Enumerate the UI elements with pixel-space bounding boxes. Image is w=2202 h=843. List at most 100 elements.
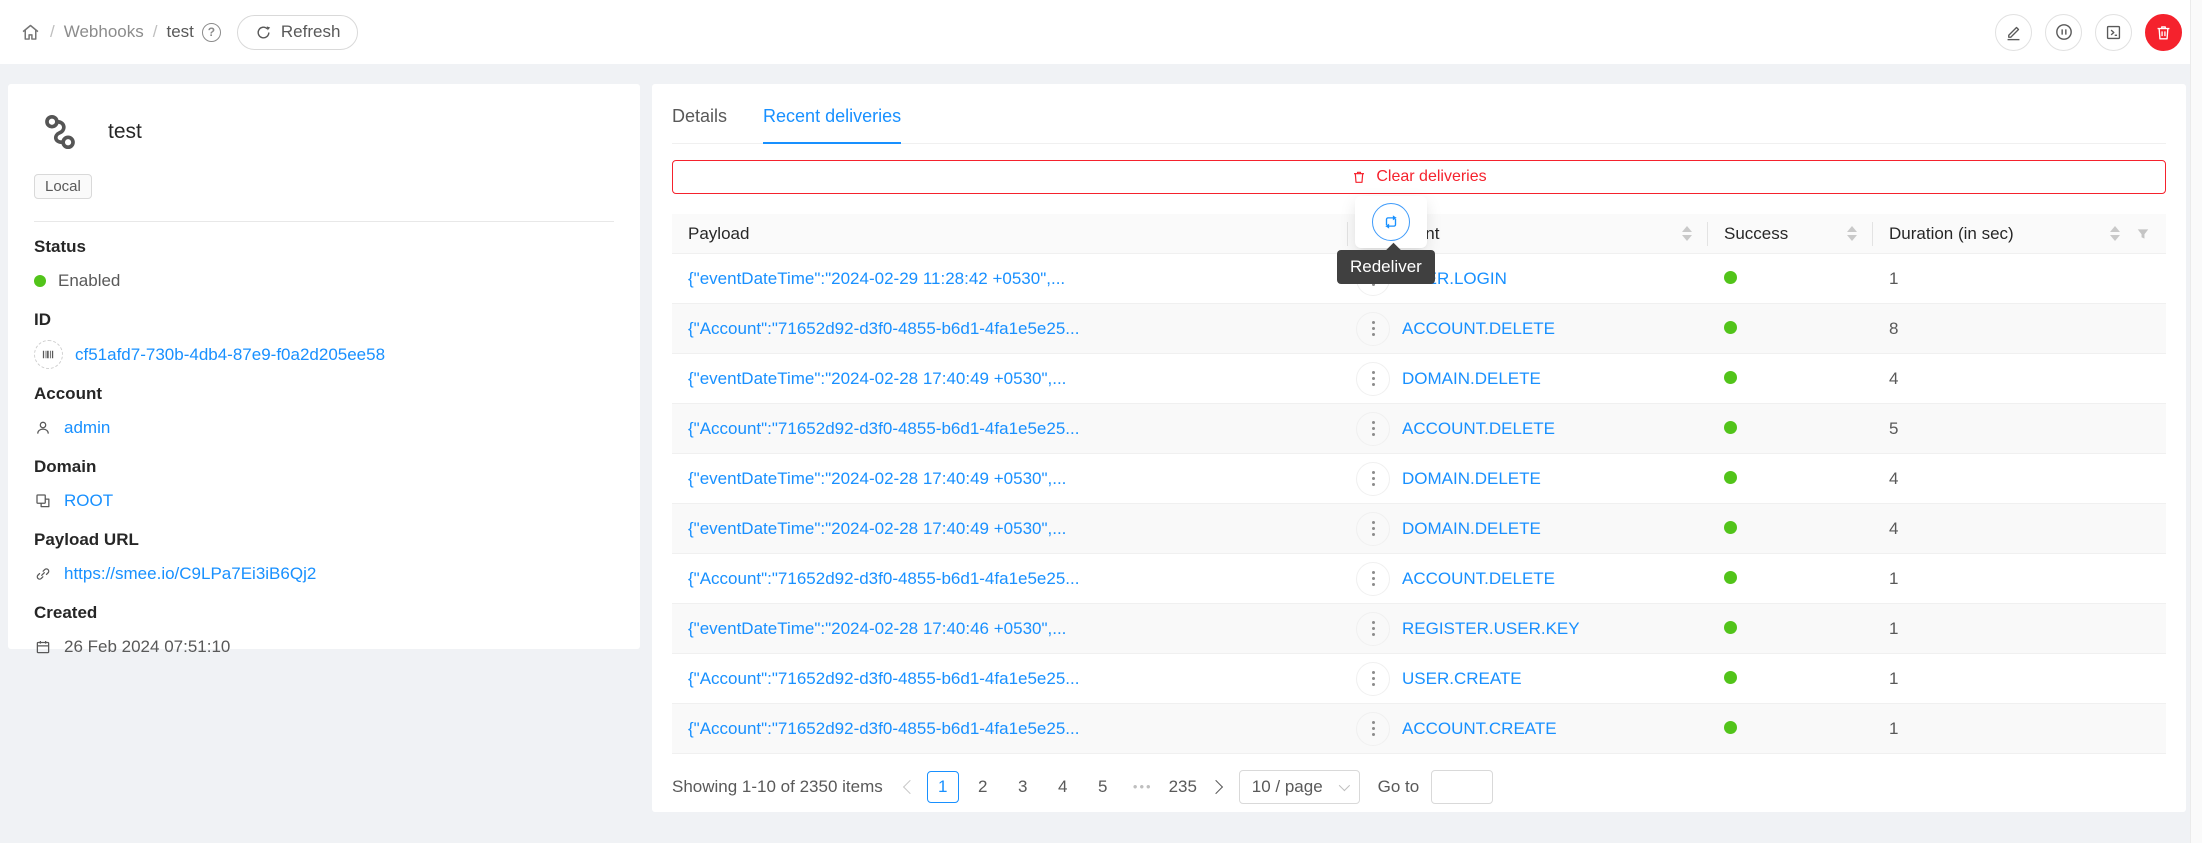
event-cell: ACCOUNT.DELETE [1348, 412, 1708, 446]
column-header-duration[interactable]: Duration (in sec) [1873, 214, 2166, 253]
pause-button[interactable] [2045, 14, 2082, 51]
next-page-button[interactable] [1203, 782, 1229, 792]
edit-button[interactable] [1995, 14, 2032, 51]
copy-id-button[interactable] [34, 340, 63, 369]
status-label: Status [34, 236, 614, 257]
tab-bar: Details Recent deliveries [672, 106, 2166, 144]
event-link[interactable]: USER.CREATE [1402, 669, 1522, 689]
payload-link[interactable]: {"eventDateTime":"2024-02-28 17:40:49 +0… [688, 519, 1066, 538]
success-cell [1708, 369, 1873, 389]
column-header-payload[interactable]: Payload [672, 214, 1348, 253]
chevron-down-icon [1338, 780, 1349, 791]
redeliver-button[interactable] [1372, 203, 1410, 241]
domain-link[interactable]: ROOT [64, 491, 113, 511]
test-webhook-button[interactable] [2095, 14, 2132, 51]
filter-icon[interactable] [2136, 227, 2150, 241]
event-link[interactable]: ACCOUNT.DELETE [1402, 319, 1555, 339]
payload-cell: {"Account":"71652d92-d3f0-4855-b6d1-4fa1… [672, 569, 1348, 589]
payload-url-link[interactable]: https://smee.io/C9LPa7Ei3iB6Qj2 [64, 564, 316, 584]
duration-value: 1 [1889, 669, 1898, 688]
success-indicator [1724, 521, 1737, 534]
row-actions-popover [1355, 196, 1427, 248]
delete-button[interactable] [2145, 14, 2182, 51]
webhook-id-link[interactable]: cf51afd7-730b-4db4-87e9-f0a2d205ee58 [75, 345, 385, 365]
payload-link[interactable]: {"eventDateTime":"2024-02-28 17:40:49 +0… [688, 469, 1066, 488]
question-circle-icon[interactable]: ? [202, 23, 221, 42]
pager-page-3[interactable]: 3 [1007, 771, 1039, 803]
event-link[interactable]: ACCOUNT.DELETE [1402, 569, 1555, 589]
duration-value: 1 [1889, 719, 1898, 738]
pager-page-5[interactable]: 5 [1087, 771, 1119, 803]
success-indicator [1724, 671, 1737, 684]
divider [34, 221, 614, 222]
domain-section: Domain ROOT [34, 456, 614, 515]
row-actions-button[interactable] [1356, 612, 1390, 646]
event-link[interactable]: ACCOUNT.CREATE [1402, 719, 1557, 739]
redeliver-icon [1381, 213, 1401, 231]
payload-link[interactable]: {"eventDateTime":"2024-02-28 17:40:46 +0… [688, 619, 1066, 638]
event-link[interactable]: DOMAIN.DELETE [1402, 519, 1541, 539]
row-actions-button[interactable] [1356, 662, 1390, 696]
table-row: {"Account":"71652d92-d3f0-4855-b6d1-4fa1… [672, 304, 2166, 354]
row-actions-button[interactable] [1356, 312, 1390, 346]
payload-link[interactable]: {"Account":"71652d92-d3f0-4855-b6d1-4fa1… [688, 319, 1079, 338]
event-link[interactable]: REGISTER.USER.KEY [1402, 619, 1580, 639]
account-section: Account admin [34, 383, 614, 442]
duration-value: 4 [1889, 469, 1898, 488]
row-actions-button[interactable] [1356, 412, 1390, 446]
goto-page-input[interactable] [1431, 770, 1493, 804]
event-link[interactable]: DOMAIN.DELETE [1402, 469, 1541, 489]
page-size-select[interactable]: 10 / page [1239, 770, 1360, 804]
duration-cell: 1 [1873, 269, 2166, 289]
refresh-button[interactable]: Refresh [237, 15, 359, 50]
pager-page-2[interactable]: 2 [967, 771, 999, 803]
breadcrumb-webhooks[interactable]: Webhooks [64, 22, 144, 42]
success-cell [1708, 269, 1873, 289]
link-icon [34, 565, 52, 583]
payload-link[interactable]: {"Account":"71652d92-d3f0-4855-b6d1-4fa1… [688, 569, 1079, 588]
previous-page-button[interactable] [897, 782, 923, 792]
success-indicator [1724, 321, 1737, 334]
scrollbar[interactable] [2190, 0, 2202, 843]
column-label: Payload [688, 224, 749, 244]
account-label: Account [34, 383, 614, 404]
payload-link[interactable]: {"eventDateTime":"2024-02-28 17:40:49 +0… [688, 369, 1066, 388]
account-link[interactable]: admin [64, 418, 110, 438]
success-cell [1708, 469, 1873, 489]
duration-cell: 4 [1873, 469, 2166, 489]
payload-link[interactable]: {"eventDateTime":"2024-02-29 11:28:42 +0… [688, 269, 1065, 288]
sort-icon[interactable] [1672, 226, 1692, 241]
code-window-icon [2104, 23, 2123, 42]
duration-cell: 1 [1873, 719, 2166, 739]
payload-link[interactable]: {"Account":"71652d92-d3f0-4855-b6d1-4fa1… [688, 719, 1079, 738]
pager-page-4[interactable]: 4 [1047, 771, 1079, 803]
clear-deliveries-button[interactable]: Clear deliveries [672, 160, 2166, 194]
sort-icon[interactable] [2100, 226, 2120, 241]
page-size-value: 10 / page [1252, 777, 1323, 797]
pager-page-1[interactable]: 1 [927, 771, 959, 803]
duration-value: 5 [1889, 419, 1898, 438]
event-link[interactable]: DOMAIN.DELETE [1402, 369, 1541, 389]
pagination-summary: Showing 1-10 of 2350 items [672, 777, 883, 797]
payload-link[interactable]: {"Account":"71652d92-d3f0-4855-b6d1-4fa1… [688, 669, 1079, 688]
home-icon[interactable] [20, 22, 41, 43]
tab-recent-deliveries[interactable]: Recent deliveries [763, 106, 901, 144]
column-label: Success [1724, 224, 1788, 244]
row-actions-button[interactable] [1356, 562, 1390, 596]
created-value: 26 Feb 2024 07:51:10 [64, 637, 230, 657]
payload-link[interactable]: {"Account":"71652d92-d3f0-4855-b6d1-4fa1… [688, 419, 1079, 438]
header-actions [1995, 14, 2182, 51]
row-actions-button[interactable] [1356, 512, 1390, 546]
breadcrumb-separator: / [153, 22, 158, 42]
pager-page-235[interactable]: 235 [1167, 771, 1199, 803]
row-actions-button[interactable] [1356, 712, 1390, 746]
tab-details[interactable]: Details [672, 106, 727, 143]
row-actions-button[interactable] [1356, 462, 1390, 496]
event-cell: DOMAIN.DELETE [1348, 462, 1708, 496]
event-link[interactable]: ACCOUNT.DELETE [1402, 419, 1555, 439]
sort-icon[interactable] [1837, 226, 1857, 241]
column-header-success[interactable]: Success [1708, 214, 1873, 253]
goto-label: Go to [1378, 777, 1420, 797]
row-actions-button[interactable] [1356, 362, 1390, 396]
status-value: Enabled [58, 271, 120, 291]
